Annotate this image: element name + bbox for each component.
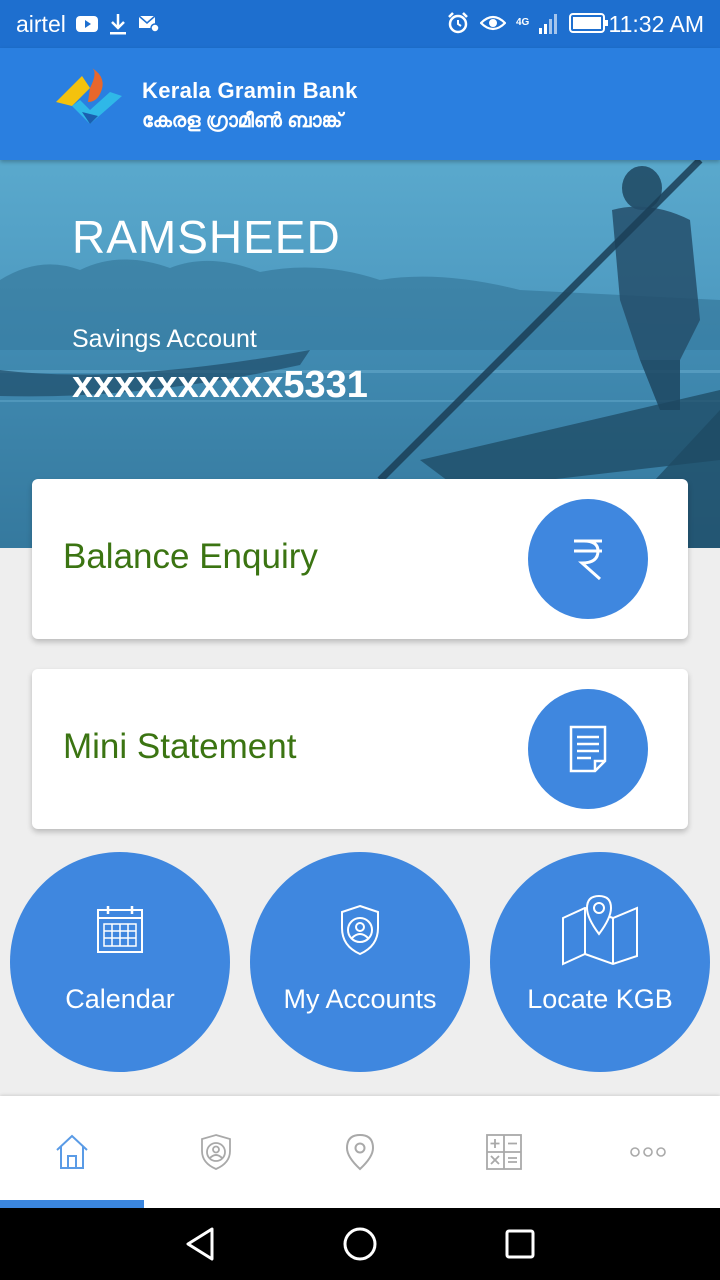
carrier-name: airtel	[16, 11, 66, 37]
bank-logo-icon	[56, 68, 122, 124]
shield-user-icon	[341, 904, 379, 956]
system-icons: 4G	[446, 11, 609, 35]
home-circle-icon	[343, 1227, 377, 1261]
more-icon	[630, 1147, 666, 1157]
home-button[interactable]	[340, 1224, 380, 1264]
network-type: 4G	[516, 17, 530, 28]
bank-name-malayalam: കേരള ഗ്രാമീൺ ബാങ്ക്	[142, 110, 343, 132]
account-type: Savings Account	[72, 325, 257, 353]
active-tab-indicator	[0, 1200, 144, 1208]
app-header: Kerala Gramin Bank കേരള ഗ്രാമീൺ ബാങ്ക്	[0, 48, 720, 160]
balance-enquiry-button[interactable]	[528, 499, 648, 619]
nav-home[interactable]	[0, 1096, 144, 1208]
back-triangle-icon	[186, 1227, 214, 1261]
calculator-icon	[486, 1134, 522, 1170]
home-icon	[56, 1134, 88, 1169]
account-number: xxxxxxxxxx5331	[72, 364, 368, 406]
calendar-icon	[97, 906, 143, 953]
nav-my-accounts[interactable]	[144, 1096, 288, 1208]
nav-more[interactable]	[576, 1096, 720, 1208]
my-accounts-label: My Accounts	[283, 984, 437, 1014]
status-bar: airtel 4G 11:32 AM	[0, 0, 720, 48]
system-navigation-bar	[0, 1208, 720, 1280]
rupee-icon	[574, 539, 602, 581]
bank-name-english: Kerala Gramin Bank	[142, 78, 358, 103]
map-pin-icon	[562, 894, 638, 966]
message-settings-icon	[138, 15, 160, 33]
clock: 11:32 AM	[608, 11, 704, 37]
back-button[interactable]	[180, 1224, 220, 1264]
youtube-icon	[76, 16, 98, 32]
shield-user-icon	[201, 1134, 231, 1170]
nav-calculator[interactable]	[432, 1096, 576, 1208]
download-icon	[110, 14, 126, 35]
signal-icon	[539, 14, 558, 34]
recents-button[interactable]	[500, 1224, 540, 1264]
location-pin-icon	[345, 1133, 375, 1171]
locate-kgb-label: Locate KGB	[527, 984, 673, 1014]
recents-square-icon	[505, 1229, 535, 1259]
mini-statement-label: Mini Statement	[63, 727, 297, 766]
balance-enquiry-card[interactable]: Balance Enquiry	[32, 479, 688, 639]
mini-statement-button[interactable]	[528, 689, 648, 809]
document-icon	[569, 725, 607, 773]
customer-name: RAMSHEED	[72, 211, 341, 263]
locate-kgb-shortcut[interactable]: Locate KGB	[490, 852, 710, 1072]
alarm-icon	[448, 12, 468, 34]
eye-icon	[480, 15, 506, 31]
balance-enquiry-label: Balance Enquiry	[63, 537, 318, 576]
notification-icons	[76, 12, 160, 36]
battery-icon	[569, 13, 609, 33]
mini-statement-card[interactable]: Mini Statement	[32, 669, 688, 829]
calendar-shortcut[interactable]: Calendar	[10, 852, 230, 1072]
bottom-navigation	[0, 1096, 720, 1208]
calendar-label: Calendar	[65, 984, 175, 1014]
my-accounts-shortcut[interactable]: My Accounts	[250, 852, 470, 1072]
nav-locate[interactable]	[288, 1096, 432, 1208]
